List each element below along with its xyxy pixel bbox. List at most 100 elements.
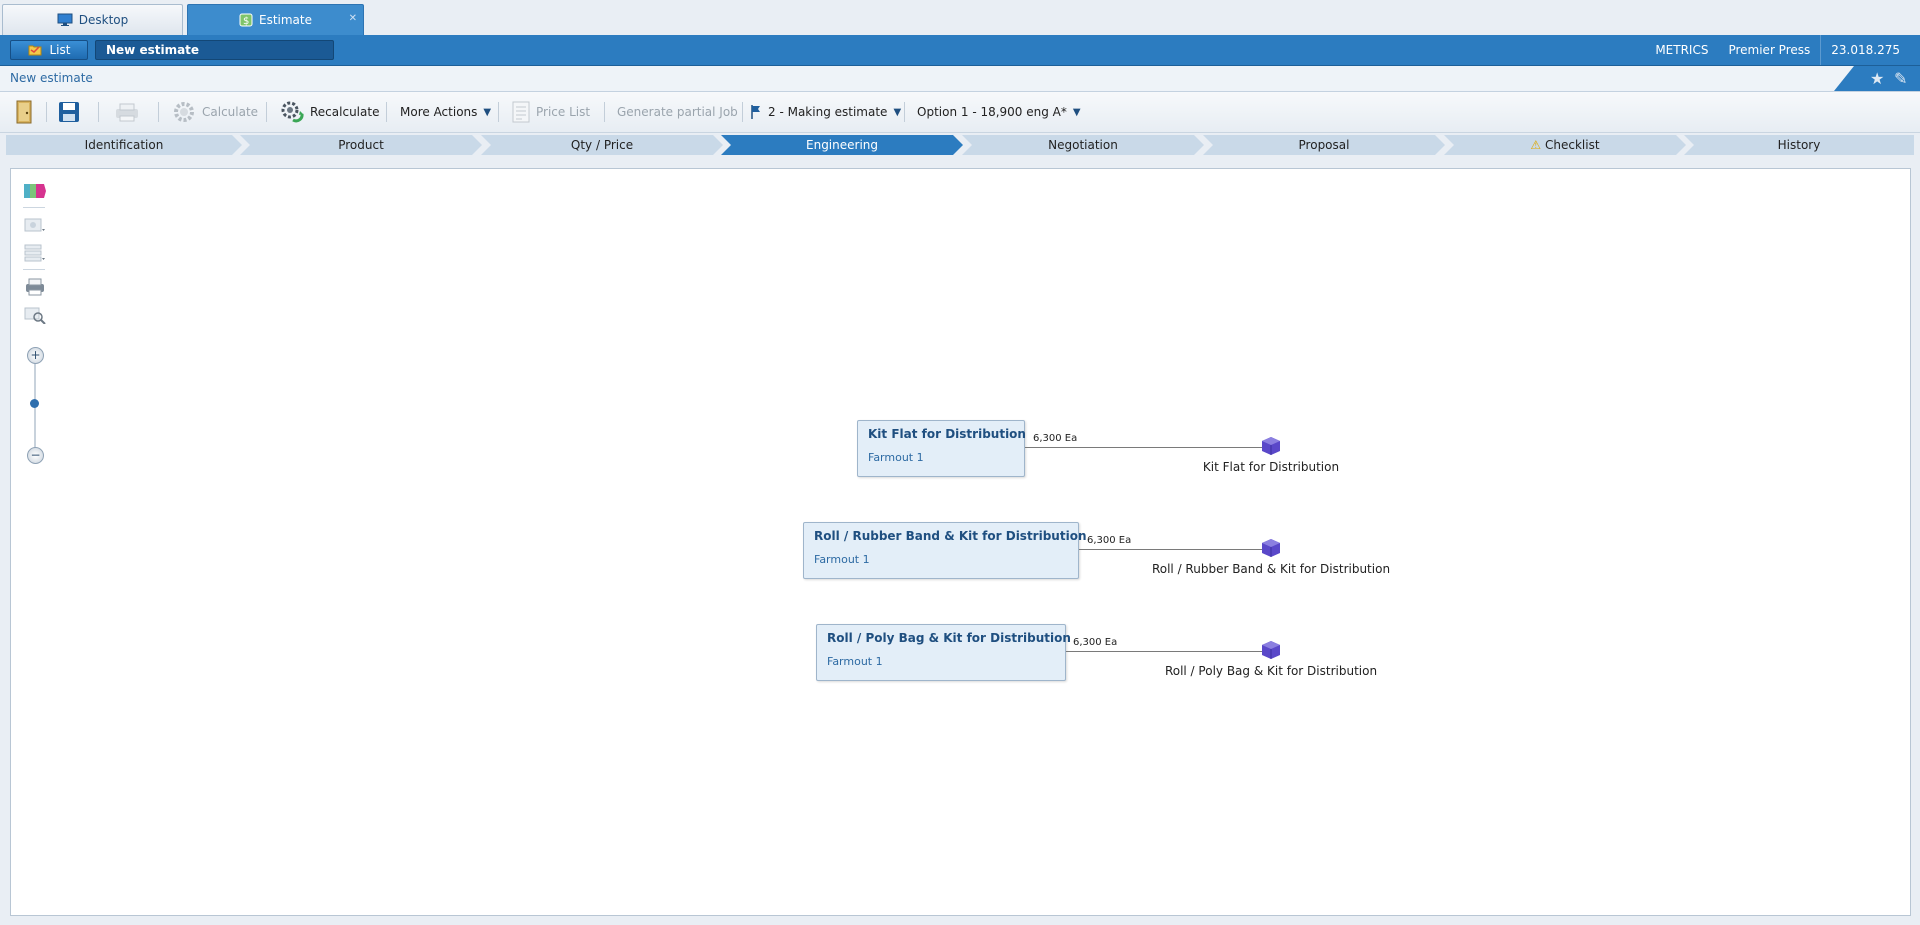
step-label: Proposal [1298, 138, 1350, 152]
connector-line [1066, 651, 1275, 652]
breadcrumb-actions: ★ ✎ [1834, 66, 1920, 91]
printer-icon [116, 103, 138, 122]
close-tab-icon[interactable]: ✕ [349, 13, 357, 24]
tab-estimate-label: Estimate [258, 13, 312, 27]
zoom-fit-button[interactable] [21, 303, 49, 327]
exit-button[interactable] [14, 92, 34, 132]
toolbar-divider [46, 102, 47, 122]
step-history[interactable]: History [1684, 135, 1914, 155]
step-label: History [1777, 138, 1821, 152]
step-label: Qty / Price [570, 138, 634, 152]
company-metrics[interactable]: METRICS [1645, 43, 1718, 57]
zoom-out-button[interactable]: − [27, 447, 44, 464]
zoom-in-button[interactable]: + [27, 347, 44, 364]
printer-icon [26, 278, 44, 296]
flag-icon [751, 105, 760, 119]
tab-desktop-label: Desktop [78, 13, 129, 27]
print-button[interactable] [114, 92, 140, 132]
door-icon [16, 100, 32, 124]
node-title: Roll / Rubber Band & Kit for Distributio… [814, 529, 1087, 543]
list-button[interactable]: List [10, 40, 88, 60]
toolbar: Calculate Recalculate More Actions ▼ Pri… [0, 92, 1920, 133]
status-dropdown[interactable]: 2 - Making estimate ▼ [750, 92, 901, 132]
node-subtitle: Farmout 1 [814, 553, 870, 566]
output-cube-icon[interactable] [1260, 537, 1282, 559]
view-icon [24, 218, 45, 232]
tab-desktop[interactable]: Desktop [2, 4, 183, 35]
monitor-icon [57, 13, 73, 26]
save-icon [59, 102, 79, 122]
estimate-title-field[interactable]: New estimate [95, 40, 334, 60]
generate-partial-job-label: Generate partial Job [617, 105, 738, 119]
svg-text:$: $ [243, 16, 249, 27]
tab-estimate[interactable]: $ Estimate ✕ [187, 4, 364, 35]
toolbar-divider [386, 102, 387, 122]
step-product[interactable]: Product [240, 135, 482, 155]
tool-divider [23, 269, 45, 270]
layout-icon [24, 244, 45, 262]
recalculate-button[interactable]: Recalculate [280, 92, 379, 132]
engineering-canvas[interactable]: + − Kit Flat for Distribution Farmout 1 … [10, 168, 1911, 916]
process-node[interactable]: Kit Flat for Distribution Farmout 1 [857, 420, 1026, 477]
zoom-slider-handle[interactable] [30, 399, 39, 408]
header-info: METRICS Premier Press 23.018.275 [1645, 35, 1910, 65]
output-label: Roll / Rubber Band & Kit for Distributio… [1151, 562, 1391, 576]
step-label: Identification [84, 138, 164, 152]
more-actions-dropdown[interactable]: More Actions ▼ [400, 92, 491, 132]
node-title: Roll / Poly Bag & Kit for Distribution [827, 631, 1071, 645]
list-label: List [49, 43, 71, 57]
view-options-button[interactable] [21, 213, 49, 237]
price-list-label: Price List [536, 105, 591, 119]
chevron-down-icon: ▼ [1072, 106, 1081, 118]
step-identification[interactable]: Identification [6, 135, 242, 155]
estimate-icon: $ [239, 13, 253, 27]
output-cube-icon[interactable] [1260, 639, 1282, 661]
toolbar-divider [604, 102, 605, 122]
star-icon[interactable]: ★ [1870, 69, 1884, 88]
company-name[interactable]: Premier Press [1718, 43, 1820, 57]
toolbar-divider [266, 102, 267, 122]
step-negotiation[interactable]: Negotiation [962, 135, 1204, 155]
calculate-button[interactable]: Calculate [172, 92, 258, 132]
zoom-fit-icon [24, 307, 46, 324]
generate-partial-job-button[interactable]: Generate partial Job [617, 92, 738, 132]
print-canvas-button[interactable] [21, 275, 49, 299]
step-qty-price[interactable]: Qty / Price [481, 135, 723, 155]
window-tab-bar: Desktop $ Estimate ✕ [0, 0, 1920, 35]
legend-button[interactable] [21, 179, 49, 203]
chevron-down-icon: ▼ [893, 106, 902, 118]
quantity-label: 6,300 Ea [1033, 433, 1078, 444]
toolbar-divider [158, 102, 159, 122]
step-checklist[interactable]: ⚠ Checklist [1444, 135, 1686, 155]
node-subtitle: Farmout 1 [827, 655, 883, 668]
output-label: Roll / Poly Bag & Kit for Distribution [1164, 664, 1378, 678]
tool-divider [23, 207, 45, 208]
list-icon [512, 101, 530, 123]
output-label: Kit Flat for Distribution [1202, 460, 1340, 474]
output-cube-icon[interactable] [1260, 435, 1282, 457]
toolbar-divider [742, 102, 743, 122]
option-dropdown[interactable]: Option 1 - 18,900 eng A* ▼ [917, 92, 1081, 132]
node-subtitle: Farmout 1 [868, 451, 924, 464]
palette-icon [24, 184, 46, 198]
recalculate-label: Recalculate [310, 105, 380, 119]
connector-line [1079, 549, 1275, 550]
option-label: Option 1 - 18,900 eng A* [917, 105, 1067, 119]
breadcrumb[interactable]: New estimate [10, 71, 93, 85]
toolbar-divider [904, 102, 905, 122]
step-engineering[interactable]: Engineering [721, 135, 963, 155]
process-node[interactable]: Roll / Rubber Band & Kit for Distributio… [803, 522, 1087, 579]
price-list-button[interactable]: Price List [512, 92, 590, 132]
step-proposal[interactable]: Proposal [1203, 135, 1445, 155]
step-label: Engineering [806, 138, 878, 152]
quantity-label: 6,300 Ea [1073, 637, 1118, 648]
quantity-label: 6,300 Ea [1087, 535, 1132, 546]
step-label: Negotiation [1048, 138, 1118, 152]
process-node[interactable]: Roll / Poly Bag & Kit for Distribution F… [816, 624, 1071, 681]
folder-icon [28, 45, 41, 56]
recalculate-icon [281, 101, 304, 123]
calculate-label: Calculate [202, 105, 259, 119]
save-button[interactable] [58, 92, 80, 132]
tags-icon[interactable]: ✎ [1894, 69, 1907, 88]
layout-options-button[interactable] [21, 241, 49, 265]
